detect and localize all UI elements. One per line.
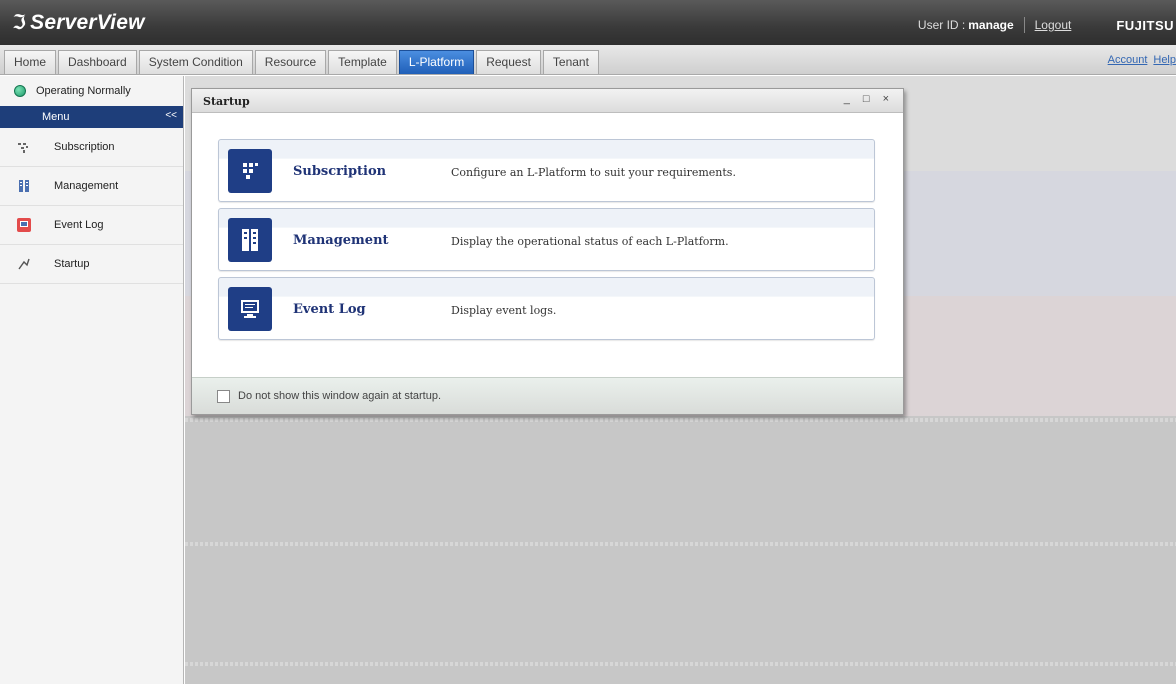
card-description: Display the operational status of each L… (451, 235, 729, 248)
management-icon (16, 178, 32, 194)
event-log-icon (16, 217, 32, 233)
serverview-logo: ℑ ServerView (12, 10, 145, 35)
tab-l-platform[interactable]: L-Platform (398, 50, 475, 74)
app-header: ℑ ServerView User ID : manage Logout FUJIT… (0, 0, 1176, 45)
user-id-label: User ID : manage (918, 18, 1014, 32)
event-log-icon (228, 287, 272, 331)
sidebar-item-startup[interactable]: Startup (0, 245, 183, 284)
subscription-icon (16, 139, 32, 155)
startup-icon (16, 256, 32, 272)
status-text: Operating Normally (36, 85, 131, 97)
sidebar-item-management[interactable]: Management (0, 167, 183, 206)
startup-card-subscription[interactable]: Subscription Configure an L-Platform to … (218, 139, 875, 202)
startup-dialog: Startup _ □ × Subscription Configure an … (191, 88, 904, 415)
tab-resource[interactable]: Resource (254, 50, 327, 74)
help-link[interactable]: Help (1153, 54, 1176, 66)
user-id-value: manage (968, 18, 1014, 32)
dialog-footer: Do not show this window again at startup… (192, 377, 903, 414)
tab-dashboard[interactable]: Dashboard (58, 50, 137, 74)
user-id-prefix: User ID : (917, 18, 966, 32)
checkbox-label: Do not show this window again at startup… (238, 390, 442, 402)
card-title: Event Log (293, 302, 366, 317)
divider (185, 418, 1176, 422)
minimize-icon[interactable]: _ (844, 93, 850, 105)
management-icon (228, 218, 272, 262)
tab-home[interactable]: Home (4, 50, 57, 74)
header-user-area: User ID : manage Logout FUJITSU (918, 16, 1176, 34)
divider (185, 662, 1176, 666)
close-icon[interactable]: × (883, 93, 889, 105)
sidebar-item-label: Subscription (54, 141, 115, 153)
startup-card-event-log[interactable]: Event Log Display event logs. (218, 277, 875, 340)
tab-system-condition[interactable]: System Condition (138, 50, 253, 74)
sidebar: Operating Normally Menu << Subscription … (0, 76, 184, 684)
status-ok-icon (14, 85, 26, 97)
menu-header: Menu << (0, 106, 183, 128)
top-links: Account Help (1102, 54, 1176, 66)
card-title: Subscription (293, 164, 387, 179)
sidebar-item-label: Management (54, 180, 119, 192)
dialog-title: Startup (203, 95, 250, 108)
account-link[interactable]: Account (1108, 54, 1148, 66)
header-divider (1023, 17, 1025, 33)
logout-link[interactable]: Logout (1035, 18, 1072, 32)
sidebar-item-event-log[interactable]: Event Log (0, 206, 183, 245)
dialog-body: Subscription Configure an L-Platform to … (192, 114, 903, 377)
maximize-icon[interactable]: □ (863, 93, 870, 105)
startup-card-management[interactable]: Management Display the operational statu… (218, 208, 875, 271)
dialog-title-bar: Startup _ □ × (192, 89, 903, 113)
main-tab-bar: Home Dashboard System Condition Resource… (0, 45, 1176, 75)
card-title: Management (293, 233, 389, 248)
logo-text: ServerView (30, 11, 145, 34)
card-description: Configure an L-Platform to suit your req… (451, 166, 736, 179)
divider (185, 542, 1176, 546)
status-indicator: Operating Normally (0, 76, 183, 106)
tab-request[interactable]: Request (476, 50, 541, 74)
sidebar-item-label: Event Log (54, 219, 104, 231)
card-description: Display event logs. (451, 304, 557, 317)
subscription-icon (228, 149, 272, 193)
menu-title: Menu (42, 111, 70, 123)
window-controls: _ □ × (844, 93, 889, 105)
fujitsu-logo: FUJITSU (1116, 17, 1174, 33)
sidebar-item-label: Startup (54, 258, 90, 270)
tab-tenant[interactable]: Tenant (542, 50, 599, 74)
tab-template[interactable]: Template (328, 50, 397, 74)
logo-mark-icon: ℑ (12, 12, 27, 34)
dont-show-again-checkbox[interactable] (217, 389, 230, 403)
collapse-menu-icon[interactable]: << (165, 110, 177, 121)
sidebar-item-subscription[interactable]: Subscription (0, 128, 183, 167)
